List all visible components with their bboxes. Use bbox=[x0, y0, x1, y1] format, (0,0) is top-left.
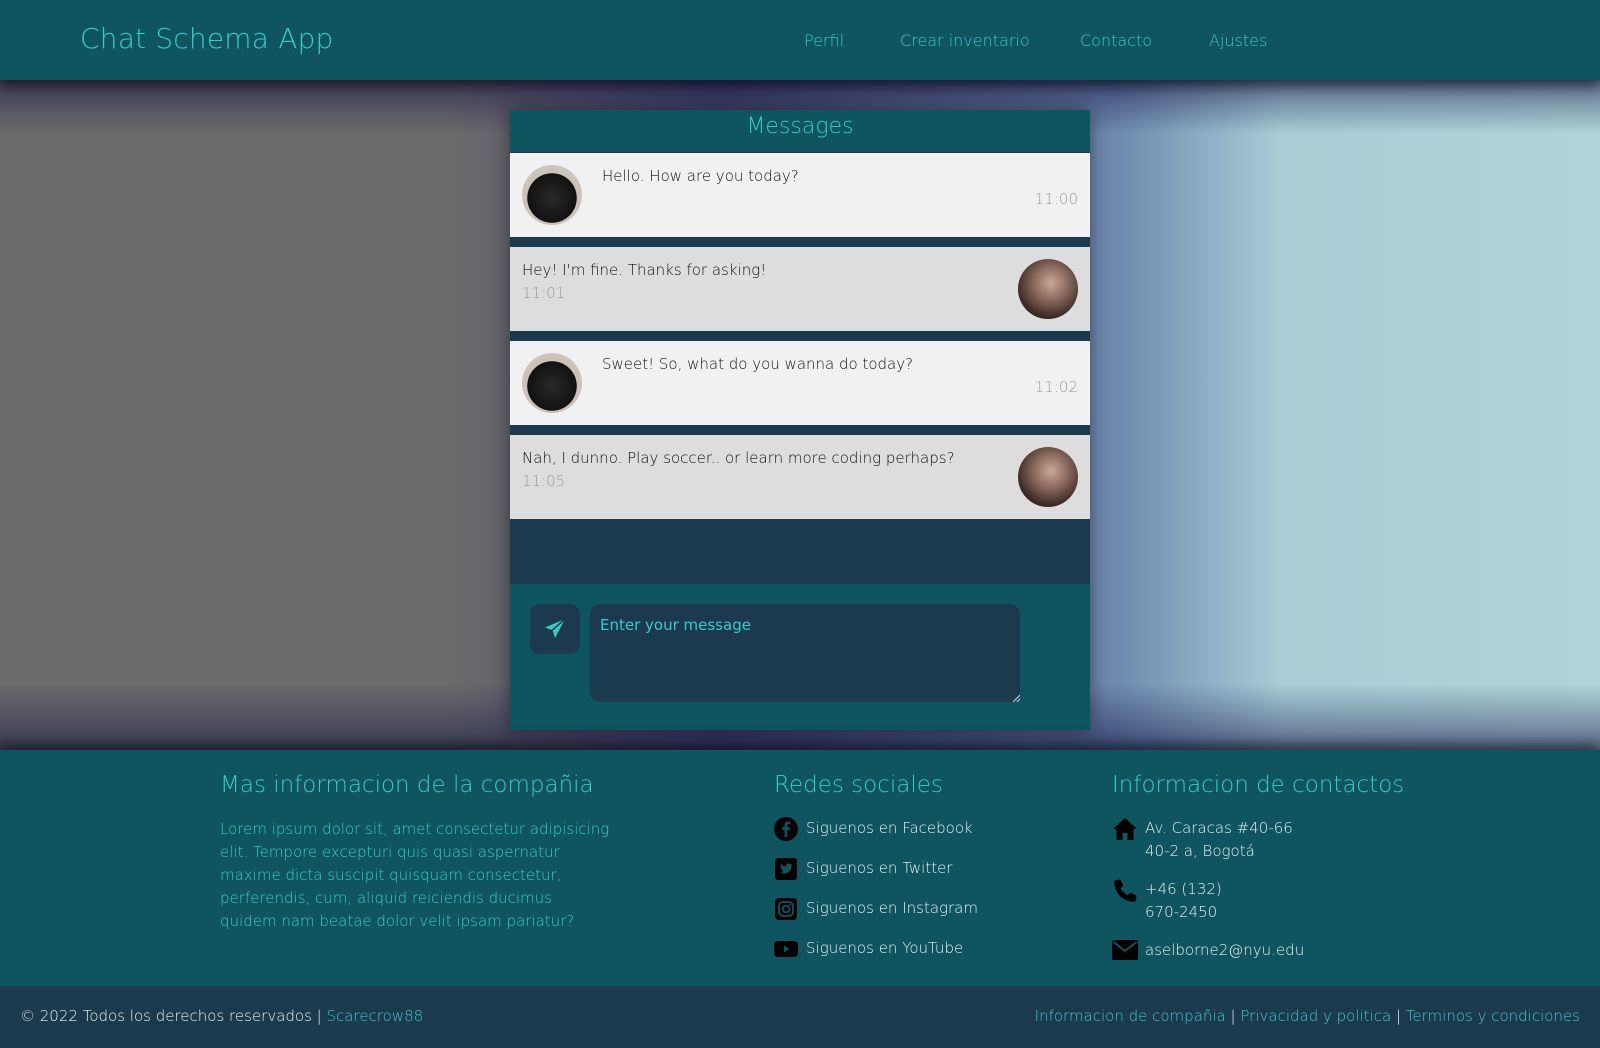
footer-about-text: Lorem ipsum dolor sit, amet consectetur … bbox=[220, 820, 610, 930]
footer-contact-heading: Informacion de contactos bbox=[1112, 772, 1405, 798]
legal-links: Informacion de compañia | Privacidad y p… bbox=[1035, 1007, 1580, 1025]
avatar bbox=[1018, 259, 1078, 319]
phone-icon bbox=[1114, 879, 1137, 902]
bottom-bar: © 2022 Todos los derechos reservados | S… bbox=[0, 986, 1600, 1048]
avatar bbox=[522, 353, 582, 413]
copyright: © 2022 Todos los derechos reservados | S… bbox=[20, 1007, 423, 1025]
chat-title-bar: Messages bbox=[510, 110, 1090, 152]
message-text: Hello. How are you today? bbox=[602, 167, 799, 185]
phone-line: +46 (132) bbox=[1145, 880, 1222, 898]
chat-panel: Messages Hello. How are you today? 11:00… bbox=[510, 110, 1090, 730]
message-time: 11:00 bbox=[1034, 190, 1078, 208]
top-navbar: Chat Schema App Perfil Crear inventario … bbox=[0, 0, 1600, 80]
home-icon bbox=[1113, 818, 1137, 840]
phone-line: 670-2450 bbox=[1145, 903, 1218, 921]
social-label: Siguenos en Instagram bbox=[806, 899, 978, 917]
address-line: 40-2 a, Bogotá bbox=[1145, 842, 1255, 860]
message-text: Hey! I'm fine. Thanks for asking! bbox=[522, 261, 767, 279]
email-address: aselborne2@nyu.edu bbox=[1145, 941, 1305, 959]
resize-handle-icon[interactable] bbox=[1012, 694, 1020, 702]
message-time: 11:02 bbox=[1034, 378, 1078, 396]
instagram-icon bbox=[775, 898, 797, 920]
message-composer bbox=[510, 584, 1090, 730]
app-brand[interactable]: Chat Schema App bbox=[80, 22, 334, 55]
message-outgoing: Hey! I'm fine. Thanks for asking! 11:01 bbox=[510, 247, 1090, 331]
chat-title: Messages bbox=[746, 114, 854, 139]
link-terms-conditions[interactable]: Terminos y condiciones bbox=[1406, 1007, 1580, 1025]
youtube-icon bbox=[774, 941, 798, 957]
twitter-icon bbox=[775, 858, 797, 880]
footer-about-heading: Mas informacion de la compañia bbox=[220, 772, 594, 798]
nav-link-contacto[interactable]: Contacto bbox=[1080, 31, 1152, 50]
author-link[interactable]: Scarecrow88 bbox=[327, 1007, 424, 1025]
link-privacy-policy[interactable]: Privacidad y politica bbox=[1240, 1007, 1391, 1025]
nav-link-perfil[interactable]: Perfil bbox=[804, 31, 844, 50]
message-input[interactable] bbox=[590, 604, 1020, 702]
facebook-icon bbox=[774, 817, 798, 841]
link-separator: | bbox=[1230, 1007, 1236, 1025]
nav-link-ajustes[interactable]: Ajustes bbox=[1209, 31, 1267, 50]
address-line: Av. Caracas #40-66 bbox=[1145, 819, 1293, 837]
message-time: 11:01 bbox=[522, 284, 566, 302]
avatar bbox=[522, 165, 582, 225]
paper-plane-icon bbox=[545, 618, 566, 638]
social-label: Siguenos en Facebook bbox=[806, 819, 973, 837]
message-incoming: Sweet! So, what do you wanna do today? 1… bbox=[510, 341, 1090, 425]
message-incoming: Hello. How are you today? 11:00 bbox=[510, 153, 1090, 237]
footer-social-heading: Redes sociales bbox=[774, 772, 943, 798]
envelope-icon bbox=[1112, 940, 1138, 960]
social-label: Siguenos en YouTube bbox=[806, 939, 964, 957]
copyright-text: © 2022 Todos los derechos reservados | bbox=[20, 1007, 322, 1025]
site-footer: Mas informacion de la compañia Lorem ips… bbox=[0, 750, 1600, 986]
message-text: Nah, I dunno. Play soccer.. or learn mor… bbox=[522, 449, 955, 467]
link-separator: | bbox=[1395, 1007, 1402, 1025]
nav-link-crear-inventario[interactable]: Crear inventario bbox=[900, 31, 1030, 50]
avatar bbox=[1018, 447, 1078, 507]
send-button[interactable] bbox=[530, 604, 580, 654]
link-company-info[interactable]: Informacion de compañia bbox=[1035, 1007, 1226, 1025]
message-text: Sweet! So, what do you wanna do today? bbox=[602, 355, 914, 373]
message-time: 11:05 bbox=[522, 472, 566, 490]
social-label: Siguenos en Twitter bbox=[806, 859, 953, 877]
message-outgoing: Nah, I dunno. Play soccer.. or learn mor… bbox=[510, 435, 1090, 519]
